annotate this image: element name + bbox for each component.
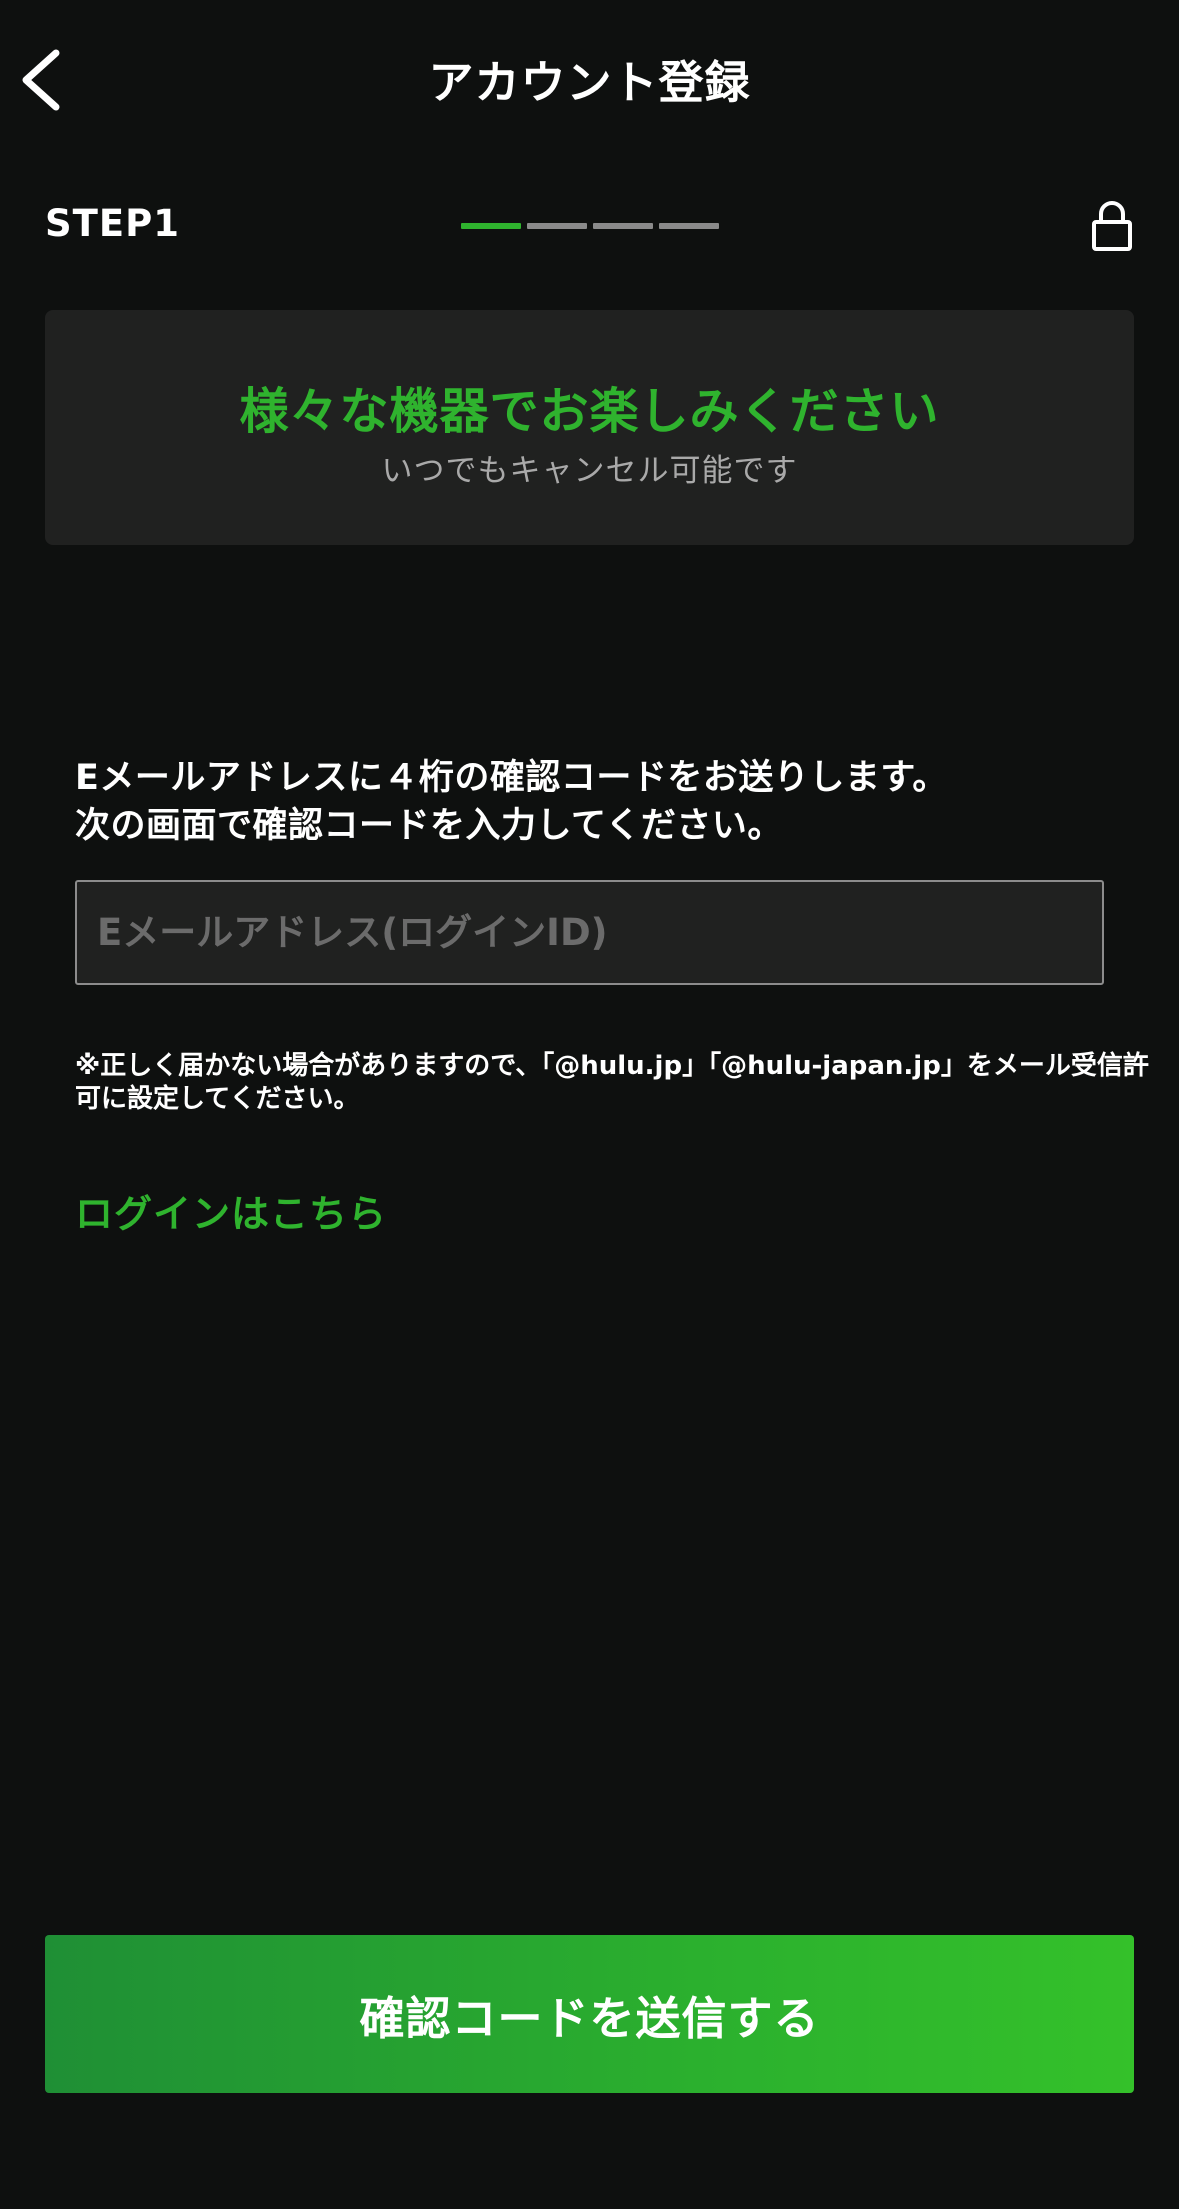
instructions-line-2: 次の画面で確認コードを入力してください。 [75, 806, 783, 846]
send-code-button[interactable]: 確認コードを送信する [45, 1935, 1134, 2093]
instructions-line-1: Eメールアドレスに４桁の確認コードをお送りします。 [75, 758, 948, 798]
step-progress-indicator [461, 223, 719, 229]
banner-subtext: いつでもキャンセル可能です [381, 453, 798, 489]
progress-segment-4 [659, 223, 719, 229]
banner-headline: 様々な機器でお楽しみください [239, 383, 940, 440]
delivery-note-line-2: 可に設定してください。 [75, 1084, 360, 1114]
page-title: アカウント登録 [428, 56, 751, 109]
progress-segment-3 [593, 223, 653, 229]
progress-segment-2 [527, 223, 587, 229]
delivery-note: ※正しく届かない場合がありますので、「@hulu.jp」「@hulu-japan… [75, 1050, 1149, 1116]
delivery-note-line-1: ※正しく届かない場合がありますので、「@hulu.jp」「@hulu-japan… [75, 1051, 1149, 1081]
instructions-text: Eメールアドレスに４桁の確認コードをお送りします。 次の画面で確認コードを入力し… [75, 754, 1135, 850]
email-field[interactable] [75, 880, 1104, 985]
progress-segment-1 [461, 223, 521, 229]
login-link[interactable]: ログインはこちら [75, 1183, 387, 1238]
lock-icon [1092, 201, 1132, 251]
promo-banner: 様々な機器でお楽しみください いつでもキャンセル可能です [45, 310, 1134, 545]
step-label: STEP1 [45, 202, 181, 245]
